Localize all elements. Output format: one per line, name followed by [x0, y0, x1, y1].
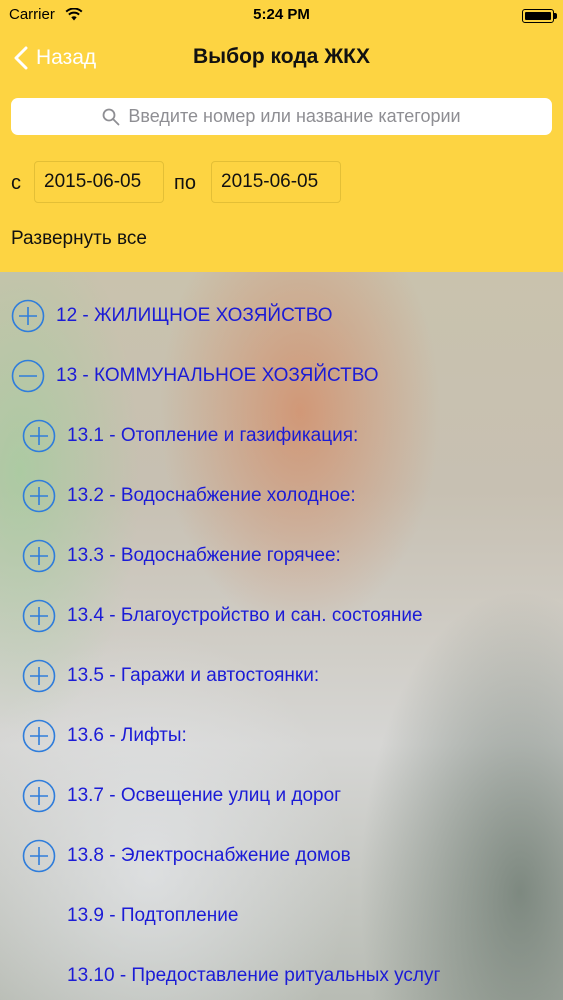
plus-circle-icon[interactable] — [22, 539, 56, 573]
list-item[interactable]: 13.6 - Лифты: — [0, 706, 563, 766]
list-item[interactable]: 13.4 - Благоустройство и сан. состояние — [0, 586, 563, 646]
header: Carrier 5:24 PM Назад Выбор кода ЖКХ Вве… — [0, 0, 563, 272]
list-item-label: 13.9 - Подтопление — [67, 905, 239, 926]
battery-icon — [522, 9, 557, 23]
search-placeholder: Введите номер или название категории — [128, 106, 461, 126]
date-to-field[interactable]: 2015-06-05 — [211, 161, 341, 203]
date-from-field[interactable]: 2015-06-05 — [34, 161, 164, 203]
plus-circle-icon[interactable] — [22, 719, 56, 753]
date-to-label: по — [174, 172, 196, 194]
list-item[interactable]: 13.9 - Подтопление — [0, 886, 563, 946]
list-item-label: 13.3 - Водоснабжение горячее: — [67, 545, 341, 566]
minus-circle-icon[interactable] — [11, 359, 45, 393]
page-title: Выбор кода ЖКХ — [193, 45, 370, 68]
plus-circle-icon[interactable] — [22, 659, 56, 693]
list-item[interactable]: 13.2 - Водоснабжение холодное: — [0, 466, 563, 526]
list-item[interactable]: 13 - КОММУНАЛЬНОЕ ХОЗЯЙСТВО — [0, 346, 563, 406]
plus-circle-icon[interactable] — [22, 479, 56, 513]
list-item[interactable]: 13.1 - Отопление и газификация: — [0, 406, 563, 466]
expand-all-button[interactable]: Развернуть все — [11, 228, 147, 250]
list-item-label: 13.8 - Электроснабжение домов — [67, 845, 351, 866]
list-item[interactable]: 13.10 - Предоставление ритуальных услуг — [0, 946, 563, 1000]
status-bar: Carrier 5:24 PM — [0, 0, 563, 30]
list-item-label: 13.6 - Лифты: — [67, 725, 187, 746]
list-item[interactable]: 13.3 - Водоснабжение горячее: — [0, 526, 563, 586]
plus-circle-icon[interactable] — [22, 839, 56, 873]
plus-circle-icon[interactable] — [22, 599, 56, 633]
search-icon — [103, 108, 120, 125]
list-item-label: 13.2 - Водоснабжение холодное: — [67, 485, 356, 506]
list-item-label: 12 - ЖИЛИЩНОЕ ХОЗЯЙСТВО — [56, 305, 333, 326]
list-item[interactable]: 13.7 - Освещение улиц и дорог — [0, 766, 563, 826]
list-item-label: 13.4 - Благоустройство и сан. состояние — [67, 605, 423, 626]
date-from-label: с — [11, 172, 21, 194]
list-item-label: 13.10 - Предоставление ритуальных услуг — [67, 965, 441, 986]
plus-circle-icon[interactable] — [22, 419, 56, 453]
clock: 5:24 PM — [253, 6, 310, 23]
list-item-label: 13.5 - Гаражи и автостоянки: — [67, 665, 320, 686]
list-item[interactable]: 12 - ЖИЛИЩНОЕ ХОЗЯЙСТВО — [0, 286, 563, 346]
list-item-label: 13 - КОММУНАЛЬНОЕ ХОЗЯЙСТВО — [56, 365, 379, 386]
list-item-label: 13.7 - Освещение улиц и дорог — [67, 785, 342, 806]
list-item-label: 13.1 - Отопление и газификация: — [67, 425, 359, 446]
list-item[interactable]: 13.5 - Гаражи и автостоянки: — [0, 646, 563, 706]
plus-circle-icon[interactable] — [22, 779, 56, 813]
search-input[interactable]: Введите номер или название категории — [11, 98, 552, 135]
plus-circle-icon[interactable] — [11, 299, 45, 333]
list-item[interactable]: 13.8 - Электроснабжение домов — [0, 826, 563, 886]
